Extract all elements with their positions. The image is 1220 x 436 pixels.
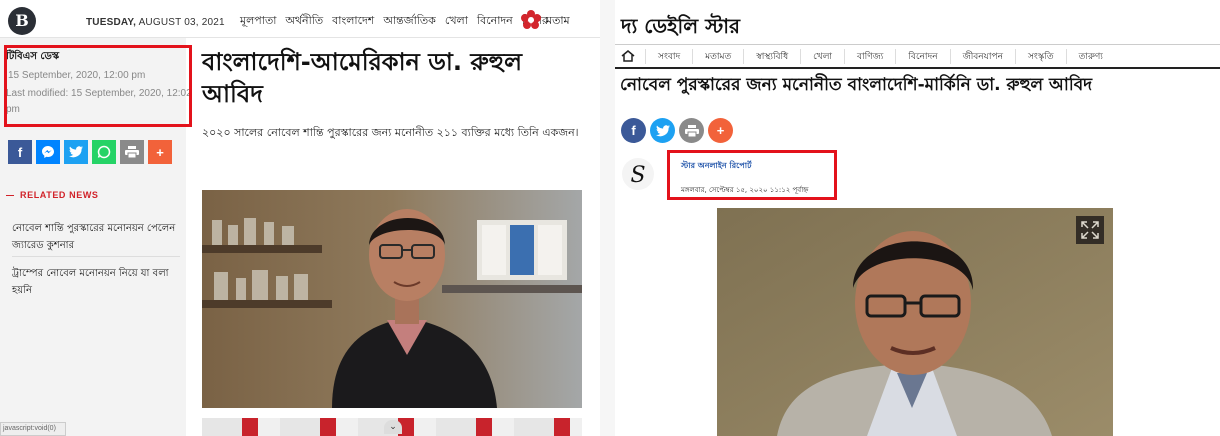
- left-article-panel: B TUESDAY, AUGUST 03, 2021 মূলপাতা অর্থন…: [0, 0, 600, 436]
- highlight-box-right: [667, 150, 837, 200]
- star-logo-icon: S: [621, 157, 655, 191]
- site-logo[interactable]: B: [8, 7, 36, 35]
- related-news-label: RELATED NEWS: [6, 190, 99, 200]
- nav-item-health[interactable]: স্বাস্থ্যবিধি: [743, 48, 800, 64]
- svg-text:S: S: [630, 163, 645, 188]
- twitter-share-button[interactable]: [64, 140, 88, 164]
- nav-item-sports[interactable]: খেলা: [445, 12, 468, 31]
- nav-item-news[interactable]: সংবাদ: [645, 48, 692, 64]
- nav-item-home[interactable]: মূলপাতা: [240, 12, 276, 31]
- facebook-icon: f: [17, 144, 23, 160]
- current-date: TUESDAY, AUGUST 03, 2021: [86, 17, 225, 28]
- nav-item-entertainment[interactable]: বিনোদন: [895, 48, 949, 64]
- twitter-share-button[interactable]: [650, 118, 675, 143]
- portrait-image: [717, 208, 1113, 436]
- nav-item-bangladesh[interactable]: বাংলাদেশ: [332, 12, 374, 31]
- nav-item-international[interactable]: আন্তর্জাতিক: [383, 12, 436, 31]
- messenger-share-button[interactable]: [36, 140, 60, 164]
- twitter-icon: [69, 146, 83, 158]
- masthead-logo[interactable]: দ্য ডেইলি স্টার: [621, 12, 740, 45]
- print-icon: [684, 124, 699, 137]
- messenger-icon: [42, 146, 54, 158]
- plus-icon: +: [716, 123, 725, 138]
- home-icon[interactable]: [619, 50, 637, 62]
- panel-gap: [600, 0, 615, 436]
- right-article-panel: দ্য ডেইলি স্টার সংবাদ মতামত স্বাস্থ্যবিধ…: [615, 0, 1220, 436]
- nav-divider: [615, 67, 1220, 69]
- whatsapp-share-button[interactable]: [92, 140, 116, 164]
- article-headline: বাংলাদেশি-আমেরিকান ডা. রুহুল আবিদ: [202, 48, 522, 108]
- highlight-box-left: [4, 45, 192, 127]
- date-day: TUESDAY,: [86, 17, 137, 28]
- facebook-share-button[interactable]: f: [621, 118, 646, 143]
- more-share-button[interactable]: +: [708, 118, 733, 143]
- browser-status-bar: javascript:void(0): [0, 422, 66, 436]
- nav-item-entertainment[interactable]: বিনোদন: [477, 12, 513, 31]
- main-nav: মূলপাতা অর্থনীতি বাংলাদেশ আন্তর্জাতিক খে…: [240, 12, 548, 31]
- more-share-button[interactable]: +: [148, 140, 172, 164]
- print-icon: [125, 146, 139, 158]
- masthead-divider: [615, 44, 1220, 45]
- scroll-down-button[interactable]: ⌄: [384, 420, 402, 434]
- flower-logo-icon: [521, 10, 541, 29]
- facebook-share-button[interactable]: f: [8, 140, 32, 164]
- print-button[interactable]: [679, 118, 704, 143]
- facebook-icon: f: [631, 123, 636, 138]
- nav-item-economy[interactable]: অর্থনীতি: [285, 12, 323, 31]
- print-button[interactable]: [120, 140, 144, 164]
- article-photo: [717, 208, 1113, 436]
- article-photo: [202, 190, 582, 408]
- related-news-item[interactable]: নোবেল শান্তি পুরস্কারের মনোনয়ন পেলেন জ্…: [12, 220, 182, 254]
- nav-item-lifestyle[interactable]: জীবনযাপন: [949, 48, 1015, 64]
- fullscreen-icon: [1081, 221, 1099, 239]
- section-nav: সংবাদ মতামত স্বাস্থ্যবিধি খেলা বাণিজ্য ব…: [615, 46, 1220, 66]
- whatsapp-icon: [97, 145, 111, 159]
- date-rest: AUGUST 03, 2021: [136, 17, 225, 28]
- nav-item-opinion[interactable]: মতাম: [546, 12, 570, 31]
- nav-item-sports[interactable]: খেলা: [800, 48, 844, 64]
- twitter-icon: [655, 124, 670, 136]
- related-divider: [12, 256, 180, 257]
- nav-item-business[interactable]: বাণিজ্য: [844, 48, 895, 64]
- expand-image-button[interactable]: [1076, 216, 1104, 244]
- plus-icon: +: [156, 144, 164, 160]
- nav-item-opinion[interactable]: মতামত: [692, 48, 743, 64]
- nav-item-culture[interactable]: সংস্কৃতি: [1014, 48, 1066, 64]
- related-news-item[interactable]: ট্রাম্পের নোবেল মনোনয়ন নিয়ে যা বলা হয়…: [12, 265, 182, 299]
- article-headline: নোবেল পুরস্কারের জন্য মনোনীত বাংলাদেশি-ম…: [620, 75, 1093, 95]
- nav-item-youth[interactable]: তারুণ্য: [1065, 48, 1115, 64]
- portrait-lab-image: [202, 190, 582, 408]
- article-subheadline: ২০২০ সালের নোবেল শান্তি পুরস্কারের জন্য …: [202, 126, 579, 139]
- header-divider: [0, 37, 600, 38]
